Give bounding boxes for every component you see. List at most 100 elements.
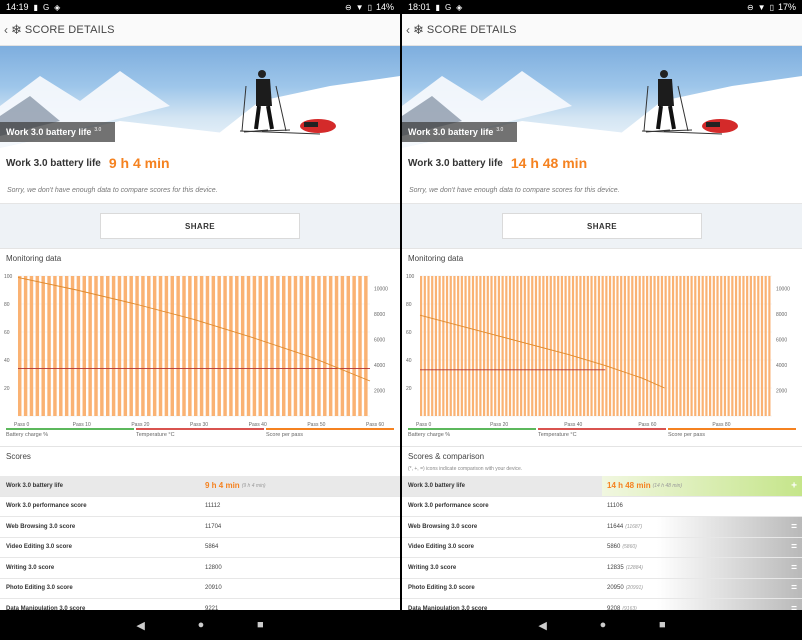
score-bar [482, 276, 486, 416]
score-bar [746, 276, 749, 416]
status-bar: 14:19 ▮ G ◈ ⊖ ▼ ▯ 14% [0, 0, 400, 14]
circle-home-icon[interactable]: ● [198, 619, 205, 631]
score-bar [59, 276, 63, 416]
score-row[interactable]: Writing 3.0 score 12800 [0, 558, 400, 579]
score-bar [41, 276, 45, 416]
score-bar [701, 276, 704, 416]
score-row[interactable]: Web Browsing 3.0 score 11704 [0, 517, 400, 538]
score-bar [605, 276, 608, 416]
alert-icon: ▮ [33, 2, 38, 12]
score-row[interactable]: = Writing 3.0 score 12835 (12884) [402, 558, 802, 579]
score-bar [468, 276, 471, 416]
score-bar [223, 276, 227, 416]
monitoring-title: Monitoring data [402, 248, 802, 268]
result-header: Work 3.0 battery life 14 h 48 min [402, 148, 802, 178]
scores-title: Scores [0, 446, 400, 466]
score-bar [328, 276, 333, 416]
snowflake-icon: ❄ [413, 21, 424, 37]
x-tick: Pass 40 [249, 422, 267, 428]
legend-temperature-label: Temperature °C [136, 432, 175, 438]
triangle-back-icon[interactable]: ◀ [136, 619, 144, 632]
hero-label: Work 3.0 battery life 3.0 [0, 122, 115, 142]
score-name: Work 3.0 battery life [408, 482, 465, 489]
legend-battery: Battery charge % [408, 428, 536, 446]
score-bar [742, 276, 745, 416]
score-row[interactable]: = Web Browsing 3.0 score 11644 (11687) [402, 517, 802, 538]
page-title: SCORE DETAILS [426, 23, 517, 36]
score-average: (20991) [625, 585, 643, 592]
score-row[interactable]: Work 3.0 performance score 11112 [0, 496, 400, 517]
score-bar [497, 276, 501, 416]
score-bar [668, 276, 671, 416]
score-bar [479, 276, 482, 416]
square-recent-icon[interactable]: ■ [257, 619, 264, 631]
share-button[interactable]: SHARE [100, 213, 300, 239]
score-bar [457, 276, 460, 416]
score-bar [453, 276, 456, 416]
scores-note: (*, +, =) icons indicate comparison with… [402, 466, 802, 476]
y-left-tick: 60 [4, 330, 10, 336]
triangle-back-icon[interactable]: ◀ [538, 619, 546, 632]
monitoring-chart-svg: 100 80 60 40 20 10000 8000 6000 4000 2000 Pass 0 Pa… [4, 274, 388, 428]
back-arrow-icon[interactable]: ‹ [406, 23, 410, 37]
battery-icon: ▯ [769, 2, 774, 12]
score-bar [340, 276, 345, 416]
score-bar [252, 276, 257, 416]
score-bar [188, 276, 192, 416]
navigation-bar: ◀ ● ■ [0, 610, 400, 640]
score-bar [299, 276, 304, 416]
score-bar [240, 276, 245, 416]
equal-icon: = [791, 562, 797, 574]
score-bar [64, 276, 69, 416]
score-row[interactable]: = Video Editing 3.0 score 5860 (5860) [402, 537, 802, 558]
score-bar [675, 276, 678, 416]
y-right-tick: 10000 [776, 287, 790, 293]
square-recent-icon[interactable]: ■ [659, 619, 666, 631]
score-bar [723, 276, 727, 416]
y-right-tick: 8000 [374, 312, 385, 318]
score-bar [501, 276, 504, 416]
score-bar [490, 276, 493, 416]
hero-version: 3.0 [94, 127, 102, 133]
y-left-tick: 80 [4, 302, 10, 308]
legend-temperature: Temperature °C [136, 428, 264, 446]
score-bar [164, 276, 169, 416]
score-row[interactable]: Work 3.0 performance score 11106 [402, 496, 802, 517]
score-bar [586, 276, 589, 416]
score-row[interactable]: Work 3.0 battery life 9 h 4 min (9 h 4 min… [0, 476, 400, 497]
score-row[interactable]: = Photo Editing 3.0 score 20950 (20991) [402, 578, 802, 599]
battery-percent: 14% [375, 2, 394, 12]
page-title: SCORE DETAILS [24, 23, 115, 36]
score-bar [23, 276, 28, 416]
score-row[interactable]: + Work 3.0 battery life 14 h 48 min (14 h 4… [402, 476, 802, 497]
score-bar [205, 276, 210, 416]
plus-icon: + [791, 480, 797, 492]
back-arrow-icon[interactable]: ‹ [4, 23, 8, 37]
hero-label-text: Work 3.0 battery life [6, 127, 92, 137]
score-bar [557, 276, 560, 416]
score-row[interactable]: Photo Editing 3.0 score 20910 [0, 578, 400, 599]
score-row[interactable]: Video Editing 3.0 score 5864 [0, 537, 400, 558]
circle-home-icon[interactable]: ● [600, 619, 607, 631]
score-bar [697, 276, 701, 416]
score-bar [141, 276, 145, 416]
y-left-tick: 40 [406, 358, 412, 364]
monitoring-chart: 100 80 60 40 20 10000 8000 6000 4000 2000 Pass 0 Pa… [402, 268, 802, 428]
y-left-tick: 20 [4, 386, 10, 392]
score-bar [738, 276, 741, 416]
score-bar [258, 276, 262, 416]
score-bar [760, 276, 764, 416]
score-bar [734, 276, 738, 416]
monitoring-chart-svg: 100 80 60 40 20 10000 8000 6000 4000 2000 Pass 0 Pa… [406, 274, 790, 428]
score-value: 12835 [607, 564, 624, 571]
score-bar [512, 276, 515, 416]
score-bar [612, 276, 615, 416]
score-average: (5860) [622, 544, 637, 551]
hero-version: 3.0 [496, 127, 504, 133]
wifi-icon: ▼ [355, 2, 364, 12]
score-bar [583, 276, 586, 416]
y-left-tick: 100 [4, 274, 13, 280]
share-button[interactable]: SHARE [502, 213, 702, 239]
score-bar [764, 276, 767, 416]
score-bar [194, 276, 198, 416]
